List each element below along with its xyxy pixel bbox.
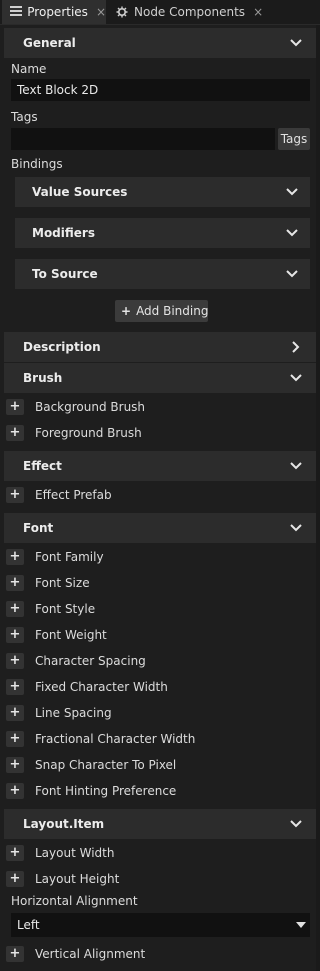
section-description-header[interactable]: Description <box>4 332 316 362</box>
section-title: Font <box>23 521 54 535</box>
chevron-down-icon <box>290 524 302 532</box>
section-title: Description <box>23 340 101 354</box>
section-layout-item-header[interactable]: Layout.Item <box>4 809 316 839</box>
subsection-title: To Source <box>32 267 98 281</box>
section-effect-header[interactable]: Effect <box>4 451 316 481</box>
prop-row: + Fractional Character Width <box>0 726 316 752</box>
prop-label: Font Size <box>35 576 90 590</box>
prop-label: Fractional Character Width <box>35 732 196 746</box>
tab-label: Properties <box>27 5 88 19</box>
chevron-down-icon <box>290 39 302 47</box>
add-property-button[interactable]: + <box>6 653 24 669</box>
section-brush-header[interactable]: Brush <box>4 363 316 393</box>
tags-label: Tags <box>11 110 38 124</box>
section-general-header[interactable]: General <box>4 28 316 58</box>
chevron-down-icon <box>290 374 302 382</box>
add-property-button[interactable]: + <box>6 871 24 887</box>
tab-node-components[interactable]: Node Components × <box>108 0 263 24</box>
prop-row: + Layout Width <box>0 840 316 866</box>
plus-icon: + <box>121 304 132 318</box>
gear-icon <box>116 6 128 18</box>
scrollbar[interactable] <box>316 25 320 971</box>
add-property-button[interactable]: + <box>6 627 24 643</box>
subsection-title: Modifiers <box>32 226 95 240</box>
prop-label: Font Style <box>35 602 96 616</box>
select-value: Left <box>17 918 40 932</box>
prop-label: Snap Character To Pixel <box>35 758 177 772</box>
prop-row: + Vertical Alignment <box>0 941 316 967</box>
prop-label: Vertical Alignment <box>35 947 146 961</box>
prop-row: + Line Spacing <box>0 700 316 726</box>
section-title: Brush <box>23 371 63 385</box>
close-icon[interactable]: × <box>96 5 106 19</box>
dropdown-arrow-icon <box>296 922 306 928</box>
add-property-button[interactable]: + <box>6 845 24 861</box>
section-title: General <box>23 36 76 50</box>
close-icon[interactable]: × <box>253 5 263 19</box>
bindings-label: Bindings <box>11 157 63 171</box>
prop-label: Background Brush <box>35 400 146 414</box>
prop-row: + Font Weight <box>0 622 316 648</box>
prop-label: Effect Prefab <box>35 488 112 502</box>
chevron-down-icon <box>286 229 298 237</box>
prop-row: + Background Brush <box>0 394 316 420</box>
tab-bar: Properties × Node Components × <box>0 0 320 25</box>
list-icon <box>10 6 22 18</box>
prop-label: Font Family <box>35 550 104 564</box>
add-binding-label: Add Binding <box>136 304 209 318</box>
add-property-button[interactable]: + <box>6 757 24 773</box>
prop-label: Font Hinting Preference <box>35 784 177 798</box>
add-property-button[interactable]: + <box>6 399 24 415</box>
chevron-down-icon <box>286 188 298 196</box>
value-sources-header[interactable]: Value Sources <box>15 177 310 207</box>
prop-row: + Layout Height <box>0 866 316 892</box>
chevron-down-icon <box>290 462 302 470</box>
add-property-button[interactable]: + <box>6 601 24 617</box>
to-source-header[interactable]: To Source <box>15 259 310 289</box>
prop-row: + Font Style <box>0 596 316 622</box>
add-property-button[interactable]: + <box>6 731 24 747</box>
chevron-down-icon <box>286 270 298 278</box>
prop-row: + Font Family <box>0 544 316 570</box>
prop-row: + Snap Character To Pixel <box>0 752 316 778</box>
modifiers-header[interactable]: Modifiers <box>15 218 310 248</box>
add-property-button[interactable]: + <box>6 679 24 695</box>
prop-label: Foreground Brush <box>35 426 142 440</box>
tags-input[interactable] <box>11 128 275 150</box>
tab-label: Node Components <box>134 5 246 19</box>
add-property-button[interactable]: + <box>6 575 24 591</box>
tags-button[interactable]: Tags <box>278 128 310 150</box>
prop-row: + Fixed Character Width <box>0 674 316 700</box>
add-property-button[interactable]: + <box>6 425 24 441</box>
add-property-button[interactable]: + <box>6 783 24 799</box>
prop-row: + Font Size <box>0 570 316 596</box>
add-property-button[interactable]: + <box>6 487 24 503</box>
add-property-button[interactable]: + <box>6 549 24 565</box>
prop-label: Fixed Character Width <box>35 680 168 694</box>
add-property-button[interactable]: + <box>6 705 24 721</box>
section-font-header[interactable]: Font <box>4 513 316 543</box>
add-binding-button[interactable]: + Add Binding <box>115 300 208 322</box>
section-title: Effect <box>23 459 62 473</box>
prop-label: Font Weight <box>35 628 107 642</box>
tab-properties[interactable]: Properties × <box>2 0 106 24</box>
prop-label: Layout Width <box>35 846 115 860</box>
prop-label: Layout Height <box>35 872 120 886</box>
chevron-down-icon <box>290 820 302 828</box>
subsection-title: Value Sources <box>32 185 128 199</box>
prop-label: Line Spacing <box>35 706 112 720</box>
prop-label: Character Spacing <box>35 654 146 668</box>
prop-row: + Foreground Brush <box>0 420 316 446</box>
name-input[interactable]: Text Block 2D <box>11 79 310 101</box>
prop-row: + Character Spacing <box>0 648 316 674</box>
prop-row: + Font Hinting Preference <box>0 778 316 804</box>
horizontal-alignment-label: Horizontal Alignment <box>11 894 138 908</box>
add-property-button[interactable]: + <box>6 946 24 962</box>
chevron-right-icon <box>292 341 300 353</box>
section-title: Layout.Item <box>23 817 105 831</box>
name-label: Name <box>11 62 47 76</box>
horizontal-alignment-select[interactable]: Left <box>11 913 310 937</box>
prop-row: + Effect Prefab <box>0 482 316 508</box>
